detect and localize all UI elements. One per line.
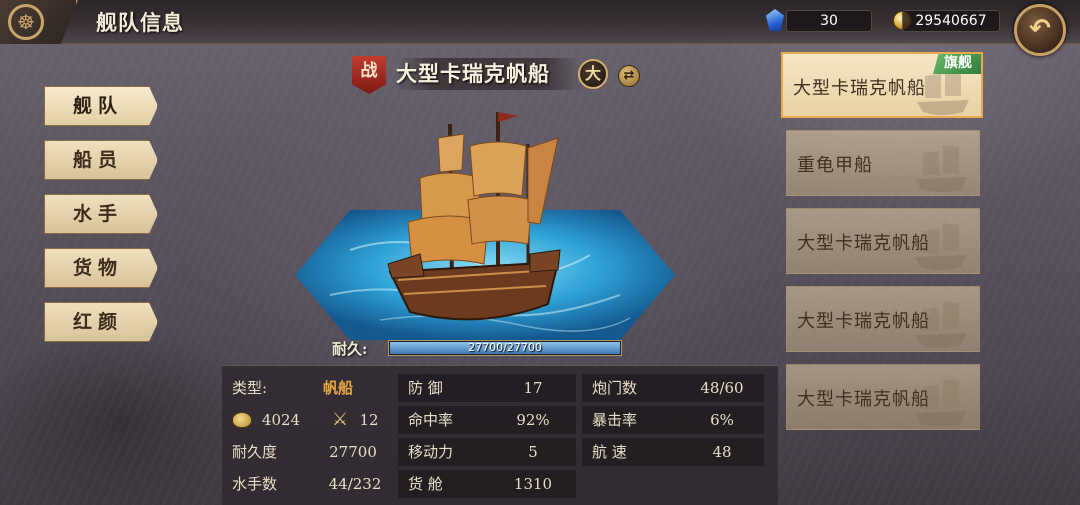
gem-icon	[766, 9, 784, 31]
stat-type: 类型: 帆船	[222, 374, 394, 402]
stat-cargo: 货 舱 1310	[398, 470, 576, 498]
back-button[interactable]: ↶	[1014, 4, 1066, 56]
stat-type-value: 帆船	[322, 379, 353, 397]
stat-speed-value: 48	[712, 443, 732, 461]
stat-durability: 耐久度 27700	[222, 438, 394, 466]
durability-value: 27700/27700	[468, 341, 542, 354]
menu-item-cargo[interactable]: 货物	[44, 248, 158, 288]
fleet-ship-name: 大型卡瑞克帆船	[793, 78, 926, 99]
menu-item-beauties[interactable]: 红颜	[44, 302, 158, 342]
gold-sack-icon	[232, 412, 252, 428]
stat-defense-value: 17	[523, 379, 543, 397]
stat-defense: 防 御 17	[398, 374, 576, 402]
durability-label: 耐久:	[332, 340, 368, 358]
back-arrow-icon: ↶	[1029, 14, 1051, 44]
stat-mobility: 移动力 5	[398, 438, 576, 466]
fleet-ship-name: 大型卡瑞克帆船	[797, 233, 930, 254]
menu-item-crew[interactable]: 船员	[44, 140, 158, 180]
fleet-ship-card[interactable]: 大型卡瑞克帆船	[786, 208, 980, 274]
fleet-ship-name: 重龟甲船	[797, 155, 873, 176]
stat-sailors-value: 44/232	[328, 475, 382, 493]
gold-count: 29540667	[902, 10, 1000, 32]
crossed-swords-icon: ⚔	[332, 409, 349, 430]
battle-badge: 战	[352, 56, 386, 94]
fleet-ship-name: 大型卡瑞克帆船	[797, 389, 930, 410]
top-bar: ☸ 舰队信息 30 29540667	[0, 0, 1080, 44]
ship-name: 大型卡瑞克帆船	[396, 58, 582, 90]
stat-hit-value: 92%	[516, 411, 550, 429]
stat-sailors-label: 水手数	[232, 475, 278, 493]
ship-silhouette-icon	[915, 145, 967, 192]
stat-cargo-label: 货 舱	[408, 475, 443, 493]
menu-item-sailors[interactable]: 水手	[44, 194, 158, 234]
size-badge: 大	[578, 59, 608, 89]
stat-crit-label: 暴击率	[592, 411, 638, 429]
ship-wheel-icon: ☸	[8, 4, 44, 40]
fleet-ship-card[interactable]: 大型卡瑞克帆船 旗舰	[781, 52, 983, 118]
stat-durability-value: 27700	[329, 443, 377, 461]
stat-hit-rate: 命中率 92%	[398, 406, 576, 434]
stat-sword-value: 12	[359, 411, 379, 429]
stat-mobility-label: 移动力	[408, 443, 454, 461]
stat-speed-label: 航 速	[592, 443, 627, 461]
stat-speed: 航 速 48	[582, 438, 764, 466]
swap-ship-icon[interactable]: ⇄	[618, 65, 640, 87]
flagship-tag: 旗舰	[933, 54, 981, 74]
stat-cargo-value: 1310	[513, 475, 553, 493]
fleet-ship-name: 大型卡瑞克帆船	[797, 311, 930, 332]
stat-hit-label: 命中率	[408, 411, 454, 429]
stat-type-label: 类型:	[232, 379, 268, 397]
stat-defense-label: 防 御	[408, 379, 443, 397]
stat-crit-rate: 暴击率 6%	[582, 406, 764, 434]
stat-durability-label: 耐久度	[232, 443, 278, 461]
fleet-ship-card[interactable]: 大型卡瑞克帆船	[786, 364, 980, 430]
stat-gunport-value: 48/60	[700, 379, 744, 397]
gem-count: 30	[786, 10, 872, 32]
durability-bar: 27700/27700	[388, 340, 622, 356]
stat-gunport-label: 炮门数	[592, 379, 638, 397]
menu-item-fleet[interactable]: 舰队	[44, 86, 158, 126]
stat-sailors: 水手数 44/232	[222, 470, 394, 498]
stat-gunports: 炮门数 48/60	[582, 374, 764, 402]
ship-illustration	[387, 112, 561, 321]
fleet-ship-card[interactable]: 大型卡瑞克帆船	[786, 286, 980, 352]
stat-crit-value: 6%	[710, 411, 734, 429]
ship-stats-panel: 类型: 帆船 4024 ⚔ 12 耐久度 27700 水手数 44/232 防 …	[222, 365, 778, 505]
page-title: 舰队信息	[96, 10, 184, 35]
stat-gold-value: 4024	[261, 411, 301, 429]
ship-header: 战 大型卡瑞克帆船 大 ⇄	[352, 56, 644, 94]
stat-gold-sword: 4024 ⚔ 12	[222, 406, 394, 434]
fleet-ship-card[interactable]: 重龟甲船	[786, 130, 980, 196]
stat-mobility-value: 5	[528, 443, 538, 461]
